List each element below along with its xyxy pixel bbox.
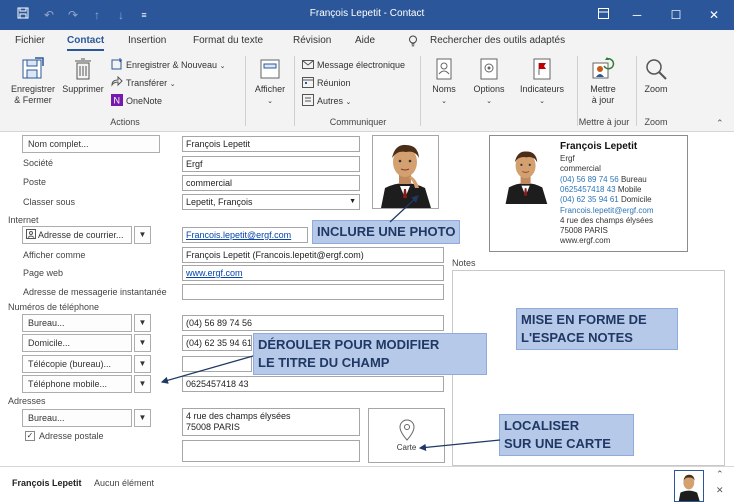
status-bar: François Lepetit Aucun élément ⌃ ✕ <box>0 466 734 504</box>
expand-icon[interactable]: ⌃ <box>716 469 724 480</box>
callout-arrows <box>160 195 501 451</box>
arrow-photo <box>389 195 419 223</box>
arrow-map <box>418 439 501 451</box>
avatar-icon <box>678 474 700 501</box>
status-items: Aucun élément <box>94 478 155 488</box>
status-avatar[interactable] <box>674 470 704 502</box>
arrow-field <box>160 355 254 384</box>
status-name: François Lepetit <box>12 478 82 488</box>
close-people-pane-icon[interactable]: ✕ <box>716 485 724 496</box>
